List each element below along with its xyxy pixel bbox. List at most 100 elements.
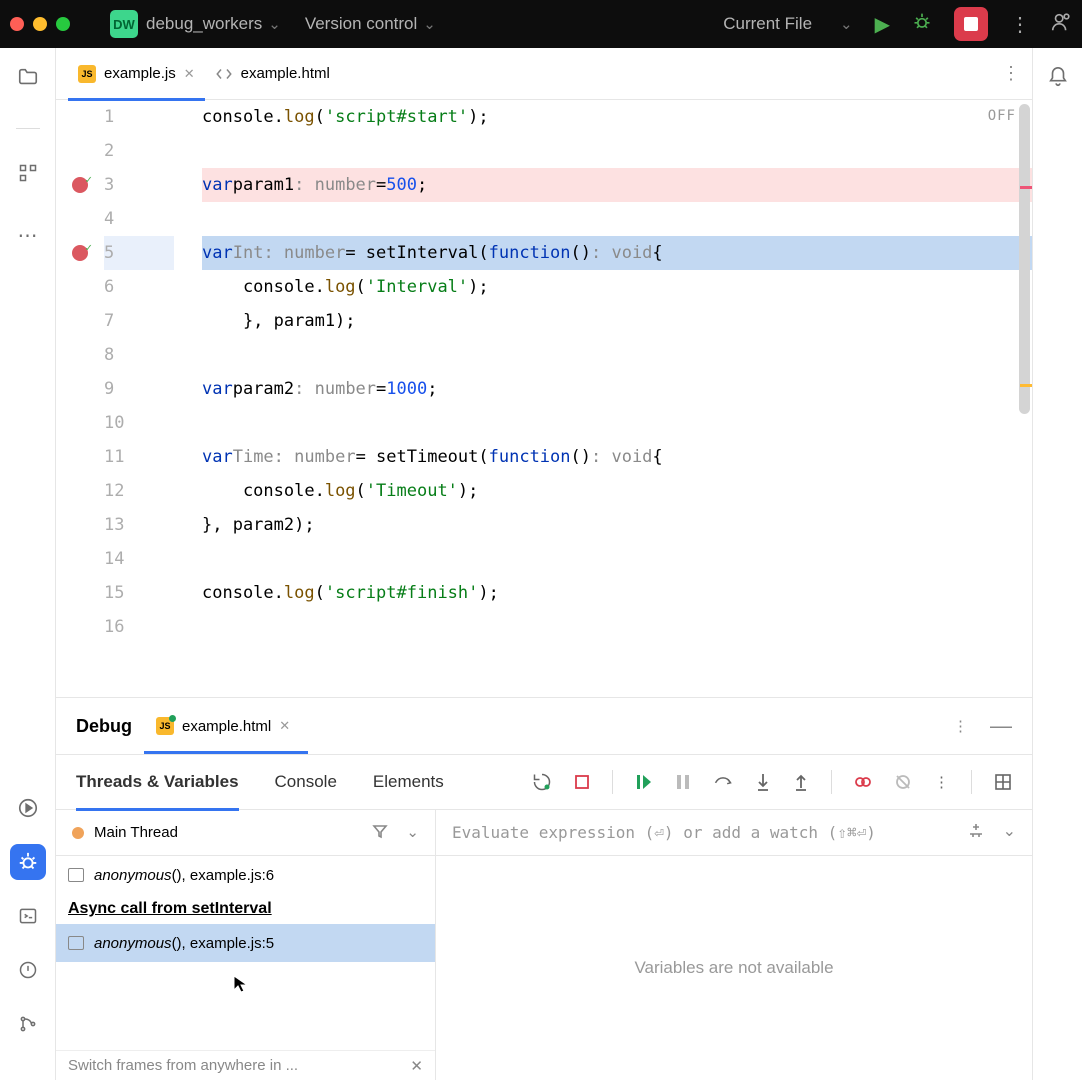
async-stack-label: Async call from setInterval (56, 894, 435, 924)
line-number[interactable]: 5 (104, 236, 174, 270)
chevron-down-icon[interactable]: ⌄ (406, 823, 419, 843)
chevron-down-icon[interactable]: ⌄ (1003, 821, 1016, 844)
close-window-icon[interactable] (10, 17, 24, 31)
rerun-icon[interactable] (532, 772, 552, 792)
code-editor[interactable]: 12345678910111213141516 OFF console.log(… (56, 100, 1032, 697)
variables-empty-message: Variables are not available (436, 856, 1032, 1080)
code-line[interactable]: }, param1); (202, 304, 1032, 338)
stack-frame[interactable]: anonymous(), example.js:6 (56, 856, 435, 894)
line-number[interactable]: 16 (104, 610, 174, 644)
close-icon[interactable]: ✕ (279, 718, 290, 734)
line-number[interactable]: 9 (104, 372, 174, 406)
line-number[interactable]: 7 (104, 304, 174, 338)
code-line[interactable] (202, 134, 1032, 168)
debug-sub-tab[interactable]: Threads & Variables (76, 754, 239, 810)
terminal-icon[interactable] (10, 898, 46, 934)
run-tool-icon[interactable] (10, 790, 46, 826)
step-over-icon[interactable] (713, 773, 733, 791)
code-line[interactable]: console.log('Timeout'); (202, 474, 1032, 508)
code-line[interactable] (202, 406, 1032, 440)
code-line[interactable] (202, 338, 1032, 372)
code-line[interactable]: var Int : number = setInterval(function(… (202, 236, 1032, 270)
view-breakpoints-icon[interactable] (854, 773, 872, 791)
filter-icon[interactable] (372, 823, 388, 843)
watch-input[interactable]: Evaluate expression (⏎) or add a watch (… (452, 823, 876, 842)
problems-icon[interactable] (10, 952, 46, 988)
editor-tab[interactable]: example.html (205, 48, 340, 100)
close-icon[interactable]: ✕ (410, 1057, 423, 1075)
add-watch-icon[interactable] (967, 821, 985, 844)
line-number[interactable]: 15 (104, 576, 174, 610)
debug-session-tab[interactable]: JS example.html ✕ (156, 698, 290, 754)
line-number[interactable]: 2 (104, 134, 174, 168)
error-stripe-marker[interactable] (1020, 186, 1032, 189)
step-out-icon[interactable] (793, 772, 809, 792)
frame-icon (68, 936, 84, 950)
code-line[interactable]: var Time : number = setTimeout(function(… (202, 440, 1032, 474)
thread-selector[interactable]: Main Thread ⌄ (56, 810, 435, 856)
line-number[interactable]: 13 (104, 508, 174, 542)
debug-tool-icon[interactable] (10, 844, 46, 880)
line-number[interactable]: 12 (104, 474, 174, 508)
breakpoint-icon[interactable] (72, 177, 88, 193)
line-number[interactable]: 4 (104, 202, 174, 236)
more-icon[interactable]: ⋮ (1010, 12, 1028, 37)
debug-toolbar: ⋮ (532, 770, 1012, 794)
code-line[interactable]: console.log('script#start'); (202, 100, 1032, 134)
notifications-icon[interactable] (1047, 66, 1069, 94)
layout-icon[interactable] (994, 773, 1012, 791)
warning-stripe-marker[interactable] (1020, 384, 1032, 387)
editor-more-icon[interactable]: ⋮ (1002, 63, 1020, 84)
step-into-icon[interactable] (755, 772, 771, 792)
line-number[interactable]: 10 (104, 406, 174, 440)
more-icon[interactable]: ⋮ (953, 717, 968, 735)
minimize-window-icon[interactable] (33, 17, 47, 31)
stop-icon[interactable] (574, 774, 590, 790)
js-file-icon: JS (156, 717, 174, 735)
project-name[interactable]: debug_workers (146, 14, 262, 34)
run-icon[interactable]: ▶ (875, 12, 890, 37)
line-number[interactable]: 1 (104, 100, 174, 134)
debug-tab-label: example.html (182, 718, 271, 735)
code-line[interactable]: var param1 : number = 500; (202, 168, 1032, 202)
resume-icon[interactable] (635, 773, 653, 791)
code-line[interactable]: }, param2); (202, 508, 1032, 542)
line-number[interactable]: 14 (104, 542, 174, 576)
line-number[interactable]: 3 (104, 168, 174, 202)
scrollbar-thumb[interactable] (1019, 104, 1030, 414)
debug-sub-tab[interactable]: Elements (373, 754, 444, 810)
chevron-down-icon[interactable]: ⌄ (423, 15, 436, 33)
line-number[interactable]: 11 (104, 440, 174, 474)
code-line[interactable]: console.log('script#finish'); (202, 576, 1032, 610)
zoom-window-icon[interactable] (56, 17, 70, 31)
debug-sub-tab[interactable]: Console (275, 754, 337, 810)
line-number[interactable]: 6 (104, 270, 174, 304)
folder-icon[interactable] (17, 66, 39, 94)
chevron-down-icon[interactable]: ⌄ (840, 15, 853, 33)
close-icon[interactable]: ✕ (184, 66, 195, 82)
mute-breakpoints-icon[interactable] (894, 773, 912, 791)
git-icon[interactable] (10, 1006, 46, 1042)
code-line[interactable] (202, 610, 1032, 644)
run-config-selector[interactable]: Current File (723, 14, 812, 34)
user-icon[interactable] (1050, 11, 1072, 38)
more-icon[interactable]: ⋮ (934, 773, 949, 791)
editor-tab[interactable]: JSexample.js✕ (68, 48, 205, 100)
inspections-off-badge[interactable]: OFF (988, 108, 1016, 124)
more-horizontal-icon[interactable]: ⋯ (18, 223, 38, 248)
code-line[interactable] (202, 542, 1032, 576)
chevron-down-icon[interactable]: ⌄ (268, 15, 281, 33)
version-control-menu[interactable]: Version control (305, 14, 417, 34)
pause-icon[interactable] (675, 773, 691, 791)
minimize-icon[interactable]: — (990, 713, 1012, 739)
stack-frame[interactable]: anonymous(), example.js:5 (56, 924, 435, 962)
stop-button[interactable] (954, 7, 988, 41)
debug-panel: Debug JS example.html ✕ ⋮ — Threads & Va… (56, 697, 1032, 1080)
code-line[interactable]: console.log('Interval'); (202, 270, 1032, 304)
breakpoint-icon[interactable] (72, 245, 88, 261)
code-line[interactable] (202, 202, 1032, 236)
line-number[interactable]: 8 (104, 338, 174, 372)
code-line[interactable]: var param2 : number = 1000; (202, 372, 1032, 406)
debug-icon[interactable] (912, 12, 932, 37)
structure-icon[interactable] (18, 163, 38, 189)
